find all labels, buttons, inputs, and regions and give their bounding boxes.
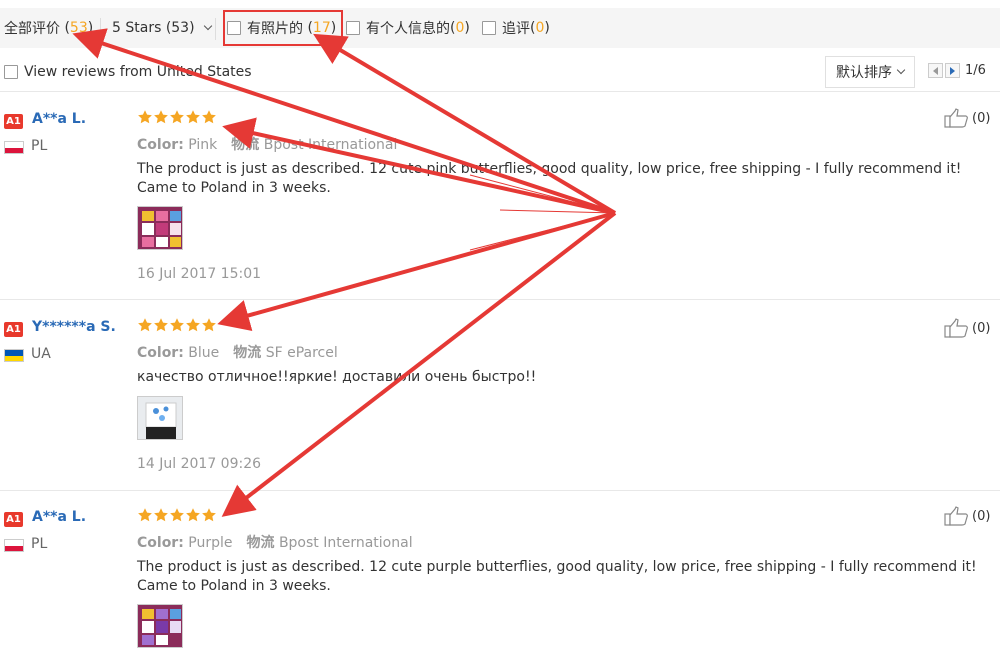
review-date: 14 Jul 2017 09:26 [137, 456, 262, 472]
country-flag-icon [4, 539, 24, 552]
filter-personal-label: 有个人信息的 [366, 21, 450, 37]
logistics-key: 物流 [233, 345, 262, 361]
review-filter-bar: 全部评价 (53) 5 Stars (53) 有照片的 (17) 有个人信息的(… [0, 8, 1000, 48]
star-icon [185, 317, 201, 333]
reviewer-name[interactable]: A**a L. [32, 111, 86, 127]
chevron-right-icon [950, 66, 955, 75]
filter-all-label: 全部评价 [4, 21, 60, 37]
star-icon [185, 109, 201, 125]
country-filter[interactable]: View reviews from United States [4, 54, 252, 90]
country-flag-icon [4, 349, 24, 362]
annotation-highlight-box [223, 10, 343, 46]
review-text: The product is just as described. 12 cut… [137, 559, 977, 594]
helpful-button[interactable]: (0) [944, 108, 990, 128]
helpful-count: (0) [972, 110, 991, 126]
star-rating [137, 507, 217, 523]
country-filter-checkbox[interactable] [4, 65, 18, 79]
logistics-value: SF eParcel [265, 345, 338, 361]
butterfly-photo-image [138, 605, 182, 647]
review-text: качество отличное!!яркие! доставили очен… [137, 369, 537, 385]
buyer-level-badge: A1 [4, 114, 23, 129]
reviewer-name[interactable]: Y******a S. [32, 319, 116, 335]
star-icon [169, 109, 185, 125]
order-attributes: Color: Blue 物流 SF eParcel [137, 342, 338, 362]
buyer-level-badge: A1 [4, 322, 23, 337]
chevron-left-icon [933, 66, 938, 75]
thumbs-up-icon [944, 318, 968, 338]
star-icon [137, 507, 153, 523]
helpful-count: (0) [972, 320, 991, 336]
country-flag-icon [4, 141, 24, 154]
review-photo-thumbnail[interactable] [137, 206, 183, 250]
logistics-key: 物流 [246, 535, 275, 551]
color-key: Color: [137, 535, 184, 551]
review-text: The product is just as described. 12 cut… [137, 161, 962, 196]
prev-page-button[interactable] [928, 63, 943, 78]
star-icon [169, 317, 185, 333]
chevron-down-icon [896, 65, 906, 75]
reviewer-name[interactable]: A**a L. [32, 509, 86, 525]
star-icon [153, 507, 169, 523]
review-photo-thumbnail[interactable] [137, 604, 183, 648]
star-rating [137, 109, 217, 125]
helpful-button[interactable]: (0) [944, 506, 990, 526]
review-item: A1 Y******a S. UA Color: Blue 物流 SF eParc… [0, 316, 1000, 491]
star-icon [153, 109, 169, 125]
color-value: Blue [188, 345, 220, 361]
star-rating [137, 317, 217, 333]
filter-star-dropdown[interactable]: 5 Stars (53) [112, 8, 212, 48]
filter-followup-label: 追评 [502, 21, 530, 37]
reviewer-country: UA [31, 346, 51, 362]
butterfly-photo-image [138, 207, 182, 249]
star-icon [201, 109, 217, 125]
thumbs-up-icon [944, 506, 968, 526]
filter-all-reviews[interactable]: 全部评价 (53) [4, 8, 93, 48]
pagination: 1/6 [928, 63, 986, 78]
buyer-level-badge: A1 [4, 512, 23, 527]
reviewer-country: PL [31, 536, 48, 552]
follow-up-filter-checkbox[interactable] [482, 21, 496, 35]
filter-follow-up[interactable]: 追评(0) [482, 8, 550, 48]
review-date: 16 Jul 2017 15:01 [137, 266, 262, 282]
filter-followup-count: 0 [535, 20, 545, 36]
butterfly-photo-image [138, 397, 182, 439]
color-value: Purple [188, 535, 233, 551]
filter-personal-count: 0 [455, 20, 465, 36]
country-filter-label: View reviews from United States [24, 64, 252, 80]
color-key: Color: [137, 137, 184, 153]
reviewer-country: PL [31, 138, 48, 154]
filter-divider [215, 18, 216, 40]
sort-label: 默认排序 [836, 65, 892, 81]
color-value: Pink [188, 137, 218, 153]
star-icon [153, 317, 169, 333]
sort-dropdown[interactable]: 默认排序 [825, 56, 915, 88]
order-attributes: Color: Purple 物流 Bpost International [137, 532, 413, 552]
review-item: A1 A**a L. PL Color: Pink 物流 Bpost Intern… [0, 108, 1000, 300]
star-icon [201, 317, 217, 333]
filter-star-label: 5 Stars (53) [112, 20, 195, 36]
helpful-count: (0) [972, 508, 991, 524]
thumbs-up-icon [944, 108, 968, 128]
star-icon [201, 507, 217, 523]
review-photo-thumbnail[interactable] [137, 396, 183, 440]
star-icon [137, 109, 153, 125]
star-icon [137, 317, 153, 333]
next-page-button[interactable] [945, 63, 960, 78]
personal-info-filter-checkbox[interactable] [346, 21, 360, 35]
filter-with-personal-info[interactable]: 有个人信息的(0) [346, 8, 470, 48]
logistics-value: Bpost International [263, 137, 398, 153]
order-attributes: Color: Pink 物流 Bpost International [137, 134, 397, 154]
star-icon [169, 507, 185, 523]
filter-all-count: 53 [69, 20, 88, 36]
page-indicator: 1/6 [965, 63, 986, 78]
logistics-value: Bpost International [278, 535, 413, 551]
review-item: A1 A**a L. PL Color: Purple 物流 Bpost Inte… [0, 506, 1000, 655]
filter-divider [100, 18, 101, 40]
chevron-down-icon [203, 21, 212, 31]
helpful-button[interactable]: (0) [944, 318, 990, 338]
logistics-key: 物流 [231, 137, 260, 153]
review-toolbar: View reviews from United States 默认排序 1/6 [0, 54, 1000, 92]
color-key: Color: [137, 345, 184, 361]
star-icon [185, 507, 201, 523]
